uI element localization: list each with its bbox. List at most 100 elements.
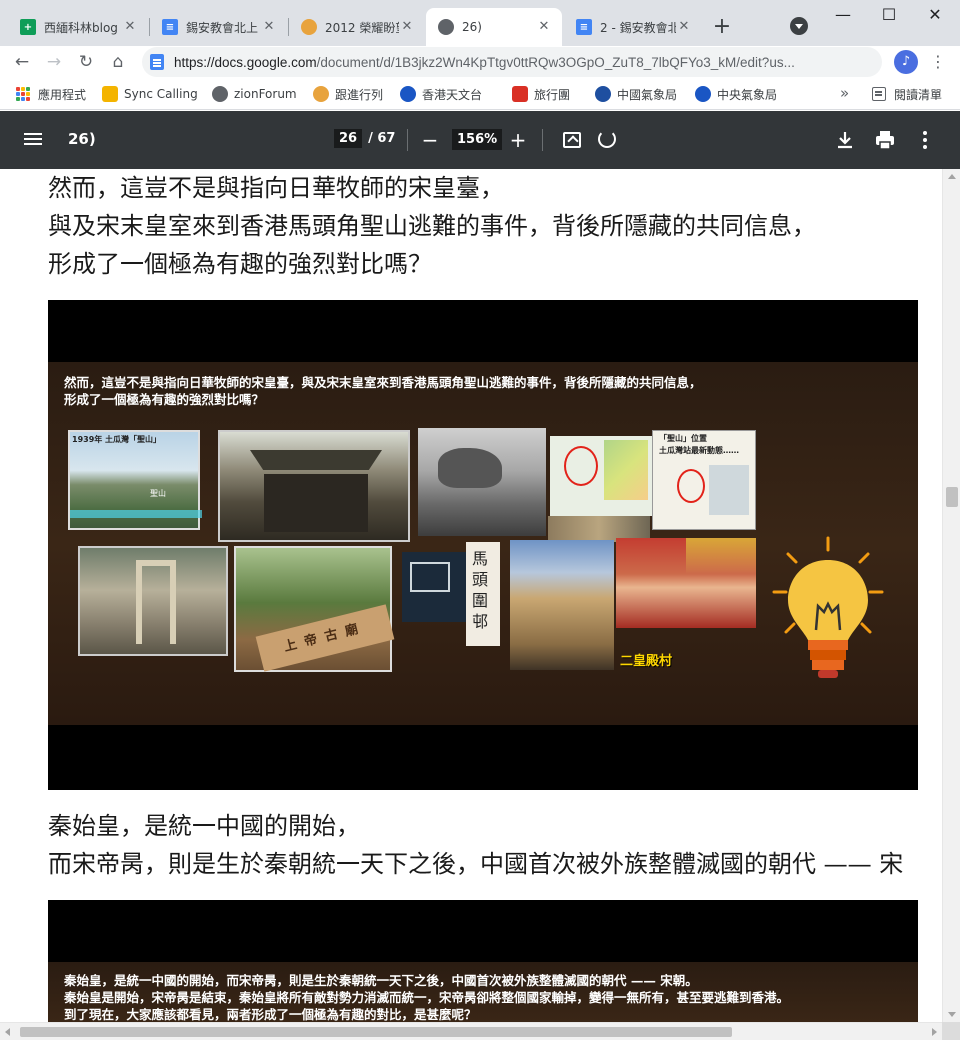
vertical-scroll-thumb[interactable] — [946, 487, 958, 507]
pdf-title: 26) — [68, 130, 96, 148]
tab-strip: + 西緬科林blog ✕ ≡ 錫安教會北上 ✕ 2012 榮耀盼望 ✕ 26) … — [0, 0, 960, 46]
photo-sung-rock — [418, 428, 546, 536]
minimize-button[interactable]: — — [820, 0, 866, 30]
vertical-sign-text: 馬頭圍邨 — [472, 549, 489, 631]
scroll-left-icon[interactable] — [5, 1028, 10, 1036]
map-tile-1 — [402, 552, 468, 622]
vertical-sign-board: 馬頭圍邨 — [466, 542, 500, 646]
vertical-scrollbar[interactable] — [942, 169, 960, 1022]
horizontal-scroll-thumb[interactable] — [20, 1027, 732, 1037]
map-sacred-hill — [550, 436, 652, 516]
bookmark-zionforum[interactable]: zionForum — [212, 84, 297, 104]
tab-title: 26) — [462, 20, 482, 34]
bookmark-label: 香港天文台 — [422, 87, 483, 102]
maximize-button[interactable]: ☐ — [866, 0, 912, 30]
url-path: /document/d/1B3jkz2Wn4KpTtgv0ttRQw3OGpO_… — [316, 54, 795, 70]
tab-2012-glory[interactable]: 2012 榮耀盼望 ✕ — [289, 8, 425, 46]
forward-arrow-icon[interactable]: → — [40, 48, 68, 76]
tab-xiMian-blog[interactable]: + 西緬科林blog ✕ — [8, 8, 148, 46]
tab-title: 錫安教會北上 — [186, 20, 259, 35]
slide-1-content: 然而，這豈不是與指向日華牧師的宋皇臺，與及宋末皇室來到香港馬頭角聖山逃難的事件，… — [48, 362, 918, 725]
bookmark-cwb[interactable]: 中央氣象局 — [695, 84, 777, 104]
bookmark-label: 跟進行列 — [335, 87, 384, 102]
google-docs-icon: ≡ — [162, 19, 178, 35]
scroll-right-icon[interactable] — [932, 1028, 937, 1036]
travel-icon — [512, 86, 528, 102]
close-window-button[interactable]: ✕ — [912, 0, 958, 30]
browser-menu-icon[interactable]: ⋮ — [928, 48, 948, 76]
google-docs-icon: ≡ — [576, 19, 592, 35]
tab-zion-church-2[interactable]: ≡ 2 - 錫安教會北 ✕ — [564, 8, 702, 46]
paragraph-2: 秦始皇，是統一中國的開始， 而宋帝昺，則是生於秦朝統一天下之後，中國首次被外族整… — [48, 807, 903, 883]
tab-title: 2012 榮耀盼望 — [325, 20, 399, 35]
cma-icon — [595, 86, 611, 102]
close-icon[interactable]: ✕ — [399, 19, 415, 35]
address-bar[interactable]: https://docs.google.com/document/d/1B3jk… — [142, 47, 882, 77]
fit-to-page-icon[interactable] — [563, 132, 581, 148]
reload-icon[interactable]: ↻ — [72, 48, 100, 76]
slide-text-line: 形成了一個極為有趣的強烈對比嗎？ — [64, 392, 265, 407]
new-tab-button[interactable]: + — [708, 14, 736, 42]
bookmark-sync-calling[interactable]: Sync Calling — [102, 84, 198, 104]
home-icon[interactable]: ⌂ — [104, 48, 132, 76]
pdf-menu-icon[interactable] — [24, 130, 44, 150]
map-title: 「聖山」位置 — [659, 434, 707, 443]
hko-icon — [400, 86, 416, 102]
slide-text-line: 秦始皇是開始，宋帝昺是結束，秦始皇將所有敵對勢力消滅而統一，宋帝昺卻將整個國家輸… — [64, 990, 790, 1005]
slide-1-caption: 然而，這豈不是與指向日華牧師的宋皇臺，與及宋末皇室來到香港馬頭角聖山逃難的事件，… — [64, 374, 702, 408]
text-line: 形成了一個極為有趣的強烈對比嗎？ — [48, 250, 432, 278]
zoom-in-button[interactable]: + — [506, 128, 530, 152]
text-line: 與及宋末皇室來到香港馬頭角聖山逃難的事件，背後所隱藏的共同信息， — [48, 212, 816, 240]
photo-label: 聖山 — [150, 489, 166, 498]
scroll-up-icon[interactable] — [948, 174, 956, 179]
reading-list-icon — [872, 87, 886, 101]
more-bookmarks-icon[interactable]: » — [840, 84, 849, 102]
tab-search-icon[interactable] — [790, 17, 808, 35]
cwb-icon — [695, 86, 711, 102]
zoom-level-input[interactable]: 156% — [452, 129, 503, 150]
bookmark-label: 中國氣象局 — [617, 87, 678, 102]
emperors-caption: 二皇殿村 — [620, 654, 673, 669]
close-icon[interactable]: ✕ — [676, 19, 692, 35]
close-icon[interactable]: ✕ — [122, 19, 138, 35]
more-options-icon[interactable] — [913, 128, 937, 152]
slide-image-2: 秦始皇，是統一中國的開始，而宋帝昺，則是生於秦朝統一天下之後，中國首次被外族整體… — [48, 900, 918, 1022]
map-subtitle: 土瓜灣站最新動態…… — [659, 446, 739, 455]
text-line: 秦始皇，是統一中國的開始， — [48, 812, 360, 840]
download-icon[interactable] — [833, 128, 857, 152]
print-icon[interactable] — [873, 128, 897, 152]
photo-stone-gate — [78, 546, 228, 656]
zoom-out-button[interactable]: − — [418, 128, 442, 152]
bookmark-followup[interactable]: 跟進行列 — [313, 84, 383, 104]
horizontal-scrollbar[interactable] — [0, 1022, 942, 1040]
reading-list-button[interactable]: 閱讀清單 — [872, 84, 942, 104]
slide-image-1: 然而，這豈不是與指向日華牧師的宋皇臺，與及宋末皇室來到香港馬頭角聖山逃難的事件，… — [48, 300, 918, 790]
tab-zion-church[interactable]: ≡ 錫安教會北上 ✕ — [150, 8, 287, 46]
close-icon[interactable]: ✕ — [261, 19, 277, 35]
carved-sign-text: 上帝古廟 — [255, 604, 395, 672]
portrait-emperor-1 — [616, 538, 686, 628]
rotate-icon[interactable] — [598, 130, 616, 148]
sync-calling-icon — [102, 86, 118, 102]
photo-caption: 1939年 土瓜灣「聖山」 — [72, 435, 162, 444]
back-arrow-icon[interactable]: ← — [8, 48, 36, 76]
photo-temple-sign: 上帝古廟 — [234, 546, 395, 672]
profile-avatar[interactable]: ♪ — [894, 50, 918, 74]
close-icon[interactable]: ✕ — [536, 19, 552, 35]
bookmarks-bar: 應用程式 Sync Calling zionForum 跟進行列 香港天文台 旅… — [0, 78, 960, 110]
slide-2-caption: 秦始皇，是統一中國的開始，而宋帝昺，則是生於秦朝統一天下之後，中國首次被外族整體… — [64, 972, 789, 1022]
tab-active-pdf[interactable]: 26) ✕ — [426, 8, 562, 46]
slide-text-line: 然而，這豈不是與指向日華牧師的宋皇臺，與及宋末皇室來到香港馬頭角聖山逃難的事件，… — [64, 375, 702, 390]
url-host: https://docs.google.com — [174, 54, 317, 70]
page-number-input[interactable]: 26 — [334, 129, 363, 148]
bookmark-apps[interactable]: 應用程式 — [16, 84, 86, 104]
url-text[interactable]: https://docs.google.com/document/d/1B3jk… — [174, 55, 795, 70]
bookmark-travel[interactable]: 旅行團 — [512, 84, 570, 104]
bookmark-hko[interactable]: 香港天文台 — [400, 84, 482, 104]
scroll-down-icon[interactable] — [948, 1012, 956, 1017]
bookmark-label: zionForum — [234, 87, 297, 101]
text-line: 然而，這豈不是與指向日華牧師的宋皇臺， — [48, 174, 504, 202]
tab-title: 西緬科林blog — [44, 20, 118, 35]
cookie-icon — [313, 86, 329, 102]
bookmark-cma[interactable]: 中國氣象局 — [595, 84, 677, 104]
